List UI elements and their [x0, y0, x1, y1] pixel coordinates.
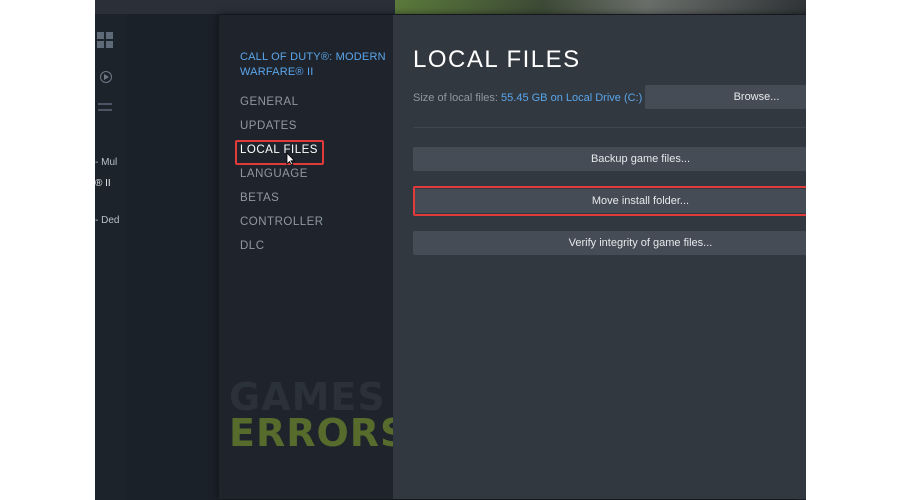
- screenshot: - Mul ® II - Ded CALL OF DUTY®: MODERN W…: [95, 0, 806, 500]
- properties-sidebar: CALL OF DUTY®: MODERN WARFARE® II GENERA…: [219, 15, 407, 499]
- watermark-line-2: ERRORS: [229, 411, 409, 455]
- library-item[interactable]: ® II: [95, 178, 111, 189]
- browse-button[interactable]: Browse...: [645, 85, 806, 109]
- size-label: Size of local files:: [413, 92, 498, 104]
- section-divider: [413, 127, 806, 128]
- nav-highlight-box: [235, 140, 324, 165]
- local-files-size: Size of local files: 55.45 GB on Local D…: [413, 92, 642, 104]
- slider-icon[interactable]: [98, 102, 112, 112]
- nav-controller[interactable]: CONTROLLER: [240, 216, 324, 228]
- move-button-highlight-box: [413, 186, 806, 216]
- properties-dialog: CALL OF DUTY®: MODERN WARFARE® II GENERA…: [219, 15, 806, 499]
- nav-betas[interactable]: BETAS: [240, 192, 279, 204]
- play-icon[interactable]: [100, 71, 112, 83]
- nav-dlc[interactable]: DLC: [240, 240, 265, 252]
- backup-game-files-button[interactable]: Backup game files...: [413, 147, 806, 171]
- nav-language[interactable]: LANGUAGE: [240, 168, 308, 180]
- game-title: CALL OF DUTY®: MODERN WARFARE® II: [240, 51, 386, 78]
- properties-content: × LOCAL FILES Size of local files: 55.45…: [393, 15, 806, 499]
- nav-general[interactable]: GENERAL: [240, 96, 298, 108]
- verify-integrity-button[interactable]: Verify integrity of game files...: [413, 231, 806, 255]
- grid-icon[interactable]: [97, 32, 113, 48]
- size-value[interactable]: 55.45 GB on Local Drive (C:): [501, 92, 642, 104]
- cursor-icon: [286, 152, 296, 166]
- nav-updates[interactable]: UPDATES: [240, 120, 297, 132]
- background-game-art: [395, 0, 806, 14]
- library-item[interactable]: - Ded: [95, 215, 119, 226]
- library-item[interactable]: - Mul: [95, 157, 117, 168]
- watermark-logo: GAMES ERRORS: [229, 378, 408, 452]
- client-left-rail: [95, 14, 127, 500]
- page-title: LOCAL FILES: [413, 46, 581, 73]
